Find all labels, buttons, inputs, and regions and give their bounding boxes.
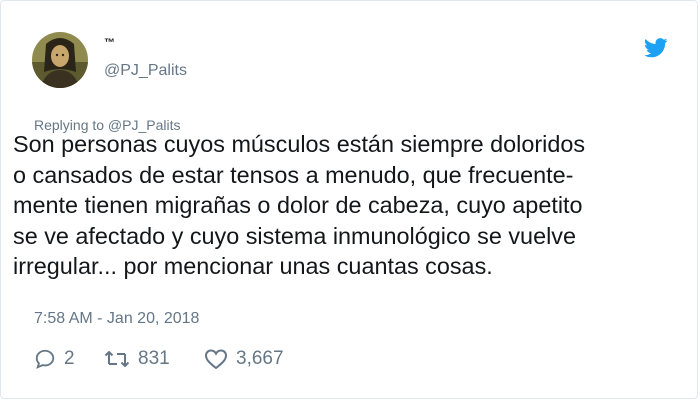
twitter-bird-icon[interactable] — [644, 38, 668, 58]
retweet-count: 831 — [138, 348, 170, 369]
like-count: 3,667 — [236, 348, 284, 369]
retweet-icon — [104, 351, 130, 367]
like-button[interactable]: 3,667 — [204, 346, 284, 372]
tweet-text: Son personas cuyos músculos están siempr… — [13, 131, 586, 279]
user-handle[interactable]: @PJ_Palits — [104, 62, 187, 80]
tweet-card: ™ @PJ_Palits Replying to @PJ_Palits Son … — [0, 0, 698, 399]
avatar-portrait-icon — [32, 32, 88, 88]
retweet-button[interactable]: 831 — [104, 346, 170, 372]
heart-icon — [204, 349, 228, 370]
timestamp[interactable]: 7:58 AM - Jan 20, 2018 — [34, 310, 199, 328]
reply-button[interactable]: 2 — [34, 346, 75, 372]
reply-icon — [35, 349, 55, 369]
avatar[interactable] — [32, 32, 88, 88]
reply-count: 2 — [64, 348, 75, 369]
display-name[interactable]: ™ — [104, 37, 116, 49]
